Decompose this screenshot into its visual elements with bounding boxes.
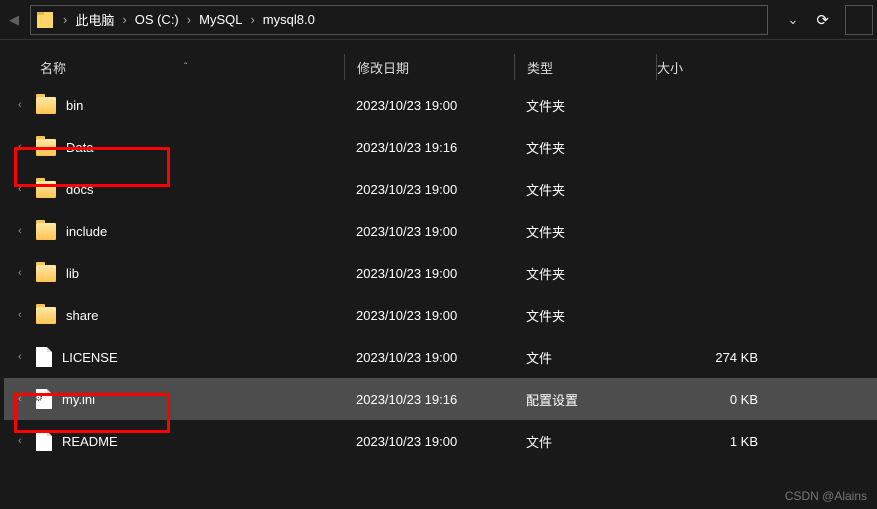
file-type: 文件夹 <box>514 264 656 283</box>
file-date: 2023/10/23 19:00 <box>344 266 514 281</box>
breadcrumb-item[interactable]: mysql8.0 <box>259 12 319 27</box>
file-name: my.ini <box>62 392 95 407</box>
file-date: 2023/10/23 19:16 <box>344 392 514 407</box>
file-name: lib <box>66 266 79 281</box>
file-date: 2023/10/23 19:00 <box>344 98 514 113</box>
file-size: 274 KB <box>656 350 786 365</box>
watermark: CSDN @Alains <box>785 489 867 503</box>
file-name: bin <box>66 98 83 113</box>
file-row[interactable]: ‹ LICENSE 2023/10/23 19:00文件274 KB <box>4 336 877 378</box>
breadcrumb-item[interactable]: MySQL <box>195 12 246 27</box>
file-row[interactable]: ‹ lib 2023/10/23 19:00文件夹 <box>4 252 877 294</box>
folder-icon <box>36 223 56 240</box>
file-size: 1 KB <box>656 434 786 449</box>
folder-icon <box>36 181 56 198</box>
chevron-left-icon: ‹ <box>18 225 26 237</box>
chevron-right-icon: › <box>187 12 191 27</box>
column-header-type[interactable]: 类型 <box>514 54 656 80</box>
nav-back-icon[interactable]: ◀ <box>4 10 24 30</box>
folder-icon <box>37 12 53 28</box>
dropdown-icon[interactable]: ⌄ <box>788 12 799 28</box>
file-row[interactable]: ‹ README 2023/10/23 19:00文件1 KB <box>4 420 877 462</box>
folder-icon <box>36 265 56 282</box>
file-name: docs <box>66 182 93 197</box>
file-row[interactable]: ‹ Data 2023/10/23 19:16文件夹 <box>4 126 877 168</box>
file-name: include <box>66 224 107 239</box>
file-type: 文件夹 <box>514 306 656 325</box>
breadcrumb-item[interactable]: OS (C:) <box>131 12 183 27</box>
file-type: 文件夹 <box>514 222 656 241</box>
breadcrumb-item[interactable]: 此电脑 <box>71 10 118 29</box>
file-type: 文件夹 <box>514 180 656 199</box>
file-size: 0 KB <box>656 392 786 407</box>
file-date: 2023/10/23 19:00 <box>344 350 514 365</box>
file-name: LICENSE <box>62 350 118 365</box>
file-date: 2023/10/23 19:00 <box>344 224 514 239</box>
chevron-left-icon: ‹ <box>18 267 26 279</box>
toolbar-actions: ⌄ ⟳ <box>780 11 837 29</box>
file-icon <box>36 347 52 367</box>
chevron-right-icon: › <box>63 12 67 27</box>
file-type: 文件夹 <box>514 96 656 115</box>
column-header-date[interactable]: 修改日期 <box>344 54 514 80</box>
chevron-left-icon: ‹ <box>18 393 26 405</box>
file-date: 2023/10/23 19:16 <box>344 140 514 155</box>
file-row[interactable]: ‹ include 2023/10/23 19:00文件夹 <box>4 210 877 252</box>
file-type: 文件夹 <box>514 138 656 157</box>
chevron-left-icon: ‹ <box>18 351 26 363</box>
file-icon <box>36 431 52 451</box>
file-date: 2023/10/23 19:00 <box>344 434 514 449</box>
file-date: 2023/10/23 19:00 <box>344 308 514 323</box>
column-header-name[interactable]: 名称 <box>4 58 344 77</box>
config-icon <box>36 389 52 409</box>
chevron-left-icon: ‹ <box>18 183 26 195</box>
chevron-left-icon: ‹ <box>18 141 26 153</box>
chevron-right-icon: › <box>250 12 254 27</box>
sort-ascending-icon[interactable]: ˆ <box>184 62 187 73</box>
file-type: 文件 <box>514 348 656 367</box>
file-row[interactable]: ‹ docs 2023/10/23 19:00文件夹 <box>4 168 877 210</box>
file-row[interactable]: ‹ bin 2023/10/23 19:00文件夹 <box>4 84 877 126</box>
search-input[interactable] <box>845 5 873 35</box>
folder-icon <box>36 307 56 324</box>
toolbar: ◀ › 此电脑 › OS (C:) › MySQL › mysql8.0 ⌄ ⟳ <box>0 0 877 40</box>
column-headers: 名称 ˆ 修改日期 类型 大小 <box>4 50 877 84</box>
file-list: 名称 ˆ 修改日期 类型 大小 ‹bin2023/10/23 19:00文件夹‹… <box>0 40 877 462</box>
refresh-icon[interactable]: ⟳ <box>816 11 829 29</box>
breadcrumb[interactable]: › 此电脑 › OS (C:) › MySQL › mysql8.0 <box>30 5 768 35</box>
column-header-size[interactable]: 大小 <box>656 54 786 80</box>
chevron-right-icon: › <box>122 12 126 27</box>
folder-icon <box>36 139 56 156</box>
chevron-left-icon: ‹ <box>18 309 26 321</box>
file-name: README <box>62 434 118 449</box>
file-type: 文件 <box>514 432 656 451</box>
file-row[interactable]: ‹ share 2023/10/23 19:00文件夹 <box>4 294 877 336</box>
chevron-left-icon: ‹ <box>18 435 26 447</box>
chevron-left-icon: ‹ <box>18 99 26 111</box>
file-name: share <box>66 308 99 323</box>
file-date: 2023/10/23 19:00 <box>344 182 514 197</box>
file-type: 配置设置 <box>514 390 656 409</box>
file-row[interactable]: ‹ my.ini 2023/10/23 19:16配置设置0 KB <box>4 378 877 420</box>
file-name: Data <box>66 140 93 155</box>
folder-icon <box>36 97 56 114</box>
